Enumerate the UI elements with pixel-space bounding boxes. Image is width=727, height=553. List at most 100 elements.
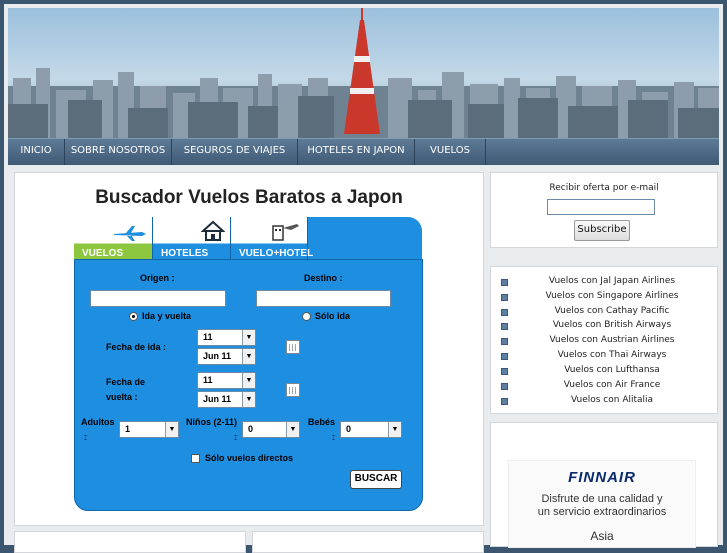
list-item[interactable]: Vuelos con Alitalia [499,394,709,409]
house-icon [201,220,225,241]
airline-link[interactable]: Vuelos con British Airways [517,320,707,330]
search-button[interactable]: BUSCAR [350,470,402,489]
nav-item-inicio[interactable]: INICIO [8,139,65,165]
header-banner-image [8,8,719,138]
bullet-icon [501,398,508,405]
finnair-ad-box: FINNAIR Disfrute de una calidad y un ser… [490,422,718,548]
nav-item-seguros-de-viajes[interactable]: SEGUROS DE VIAJES [172,139,298,165]
oneway-label: Sólo ida [315,311,351,321]
airplane-icon [114,226,146,241]
children-value: 0 [248,424,254,434]
bullet-icon [501,323,508,330]
list-item[interactable]: Vuelos con Austrian Airlines [499,334,709,349]
destination-label: Destino : [304,273,343,283]
bullet-icon [501,309,508,316]
roundtrip-label: Ida y vuelta [142,311,192,321]
tab-label: HOTELES [161,248,209,259]
subscribe-button[interactable]: Subscribe [574,220,630,241]
airline-link[interactable]: Vuelos con Alitalia [517,395,707,405]
ad-line-1: Disfrute de una calidad y [541,493,663,505]
nav-item-hoteles-en-japon[interactable]: HOTELES EN JAPON [298,139,415,165]
tab-vuelo-hotel[interactable]: VUELO+HOTEL [231,217,313,261]
return-day-value: 11 [203,375,213,385]
tokyo-skyline-illustration [8,8,719,138]
tab-label: VUELOS [82,248,124,259]
children-label: Niños (2-11) [186,417,238,427]
airline-link[interactable]: Vuelos con Singapore Airlines [517,291,707,301]
chevron-down-icon: ▼ [242,349,255,364]
babies-colon: : [332,432,335,442]
return-day-select[interactable]: 11 ▼ [197,372,256,389]
list-item[interactable]: Vuelos con Cathay Pacific [499,305,709,320]
bullet-icon [501,279,508,286]
calendar-icon[interactable] [286,340,300,354]
children-colon: : [234,432,237,442]
origin-input[interactable] [90,290,226,307]
destination-input[interactable] [256,290,391,307]
newsletter-box: Recibir oferta por e-mail Subscribe [490,172,718,248]
newsletter-email-input[interactable] [547,199,655,215]
direct-flights-label: Sólo vuelos directos [205,453,294,463]
chevron-down-icon: ▼ [242,373,255,388]
adults-colon: : [84,432,87,442]
adults-select[interactable]: 1 ▼ [119,421,179,438]
bottom-box-right [252,531,484,553]
babies-label: Bebés [308,417,336,427]
list-item[interactable]: Vuelos con Thai Airways [499,349,709,364]
flight-search-widget: VUELOS HOTELES VUELO+HOTEL Origen : Dest… [74,217,423,511]
list-item[interactable]: Vuelos con Jal Japan Airlines [499,275,709,290]
return-month-select[interactable]: Jun 11 ▼ [197,391,256,408]
airline-link[interactable]: Vuelos con Lufthansa [517,365,707,375]
airline-link[interactable]: Vuelos con Thai Airways [517,350,707,360]
depart-day-select[interactable]: 11 ▼ [197,329,256,346]
newsletter-label: Recibir oferta por e-mail [549,183,659,193]
airline-links-box: Vuelos con Jal Japan Airlines Vuelos con… [490,266,718,414]
ad-line-2: un servicio extraordinarios [537,506,667,518]
bottom-box-left [14,531,246,553]
finnair-logo: FINNAIR [568,469,636,486]
airline-link[interactable]: Vuelos con Jal Japan Airlines [517,276,707,286]
chevron-down-icon: ▼ [242,392,255,407]
tab-label: VUELO+HOTEL [239,248,314,259]
list-item[interactable]: Vuelos con British Airways [499,319,709,334]
calendar-icon[interactable] [286,383,300,397]
roundtrip-radio[interactable] [129,312,138,321]
plane-hotel-icon [272,224,299,241]
bullet-icon [501,353,508,360]
ad-line-3: Asia [590,529,614,543]
tokyo-tower-icon [344,8,380,134]
tab-hoteles[interactable]: HOTELES [153,217,231,261]
tab-vuelos[interactable]: VUELOS [74,217,153,261]
origin-label: Origen : [140,273,175,283]
bullet-icon [501,383,508,390]
finnair-ad[interactable]: FINNAIR Disfrute de una calidad y un ser… [508,460,696,548]
depart-date-label: Fecha de ida : [106,342,167,352]
return-date-label-line2: vuelta : [106,392,138,402]
depart-month-value: Jun 11 [203,351,232,361]
babies-value: 0 [346,424,352,434]
chevron-down-icon: ▼ [242,330,255,345]
list-item[interactable]: Vuelos con Lufthansa [499,364,709,379]
nav-item-vuelos[interactable]: VUELOS [415,139,486,165]
chevron-down-icon: ▼ [165,422,178,437]
chevron-down-icon: ▼ [388,422,401,437]
airline-link[interactable]: Vuelos con Cathay Pacific [517,306,707,316]
list-item[interactable]: Vuelos con Singapore Airlines [499,290,709,305]
list-item[interactable]: Vuelos con Air France [499,379,709,394]
adults-value: 1 [125,424,131,434]
direct-flights-checkbox[interactable] [191,454,200,463]
return-month-value: Jun 11 [203,394,232,404]
nav-item-sobre-nosotros[interactable]: SOBRE NOSOTROS [65,139,172,165]
children-select[interactable]: 0 ▼ [242,421,300,438]
airline-link[interactable]: Vuelos con Air France [517,380,707,390]
babies-select[interactable]: 0 ▼ [340,421,402,438]
airline-link[interactable]: Vuelos con Austrian Airlines [517,335,707,345]
bullet-icon [501,368,508,375]
oneway-radio[interactable] [302,312,311,321]
depart-month-select[interactable]: Jun 11 ▼ [197,348,256,365]
bullet-icon [501,338,508,345]
main-navigation: INICIO SOBRE NOSOTROS SEGUROS DE VIAJES … [8,138,719,165]
depart-day-value: 11 [203,332,213,342]
page-title: Buscador Vuelos Baratos a Japon [95,187,403,208]
return-date-label-line1: Fecha de [106,377,146,387]
